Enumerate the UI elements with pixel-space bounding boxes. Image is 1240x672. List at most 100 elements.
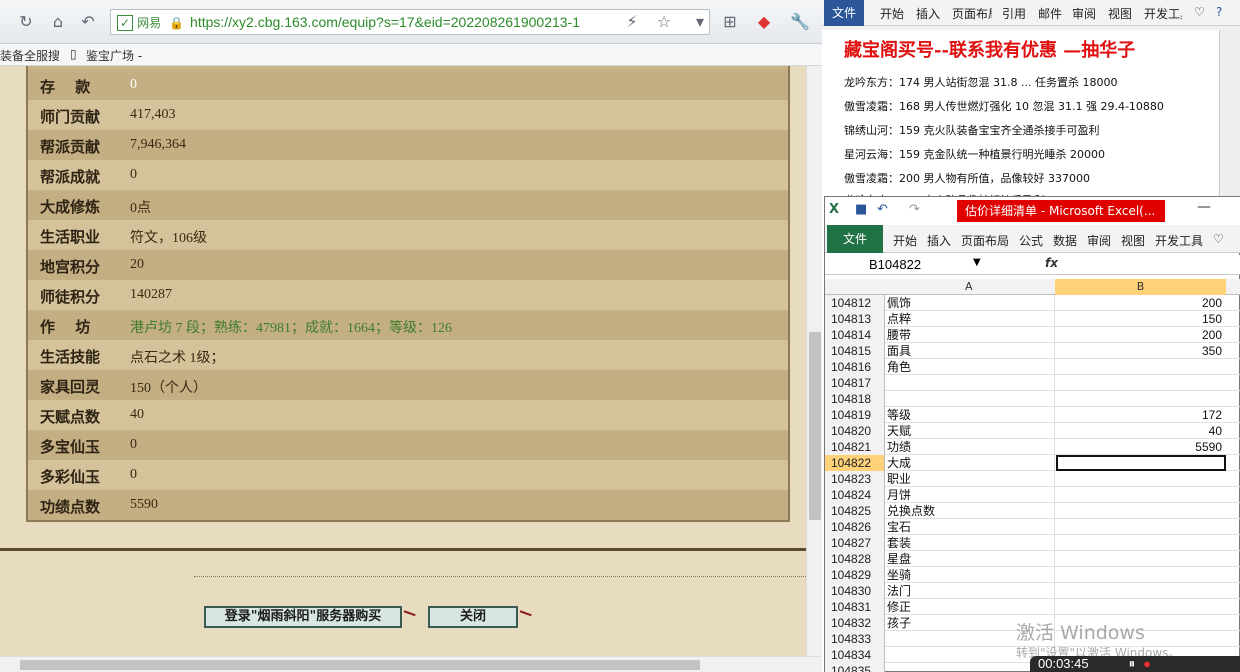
cell-b[interactable] [1056,599,1226,615]
row-number[interactable]: 104833 [825,631,885,647]
tools-icon[interactable]: 🔧 [790,12,810,32]
cell-a[interactable]: 宝石 [887,519,1055,535]
excel-tab[interactable]: 开发工具 [1155,232,1203,249]
undo-icon[interactable]: ↶ [877,202,888,217]
cell-b[interactable]: 172 [1056,407,1226,423]
word-scrollbar[interactable] [1222,26,1240,201]
word-tab[interactable]: 审阅 [1072,5,1096,22]
cell-a[interactable]: 腰带 [887,327,1055,343]
fx-icon[interactable]: fx [1045,256,1058,270]
cell-b[interactable] [1056,455,1226,471]
cell-b[interactable]: 200 [1056,327,1226,343]
cell-b[interactable] [1056,359,1226,375]
cell-b[interactable]: 350 [1056,343,1226,359]
row-number[interactable]: 104830 [825,583,885,599]
login-buy-button[interactable]: 登录"烟雨斜阳"服务器购买 [204,606,402,628]
excel-tab[interactable]: 审阅 [1087,232,1111,249]
excel-tab[interactable]: 数据 [1053,232,1077,249]
cell-a[interactable]: 点粹 [887,311,1055,327]
cell-a[interactable]: 大成 [887,455,1055,471]
cell-b[interactable]: 5590 [1056,439,1226,455]
excel-tab[interactable]: 视图 [1121,232,1145,249]
row-number[interactable]: 104820 [825,423,885,439]
save-icon[interactable]: ■ [855,202,867,217]
collapse-icon[interactable]: ♡ [1213,232,1224,246]
row-number[interactable]: 104825 [825,503,885,519]
excel-tab[interactable]: 插入 [927,232,951,249]
back-icon[interactable]: ↶ [78,12,98,32]
help-icon[interactable]: ? [1216,5,1222,19]
cell-a[interactable]: 天赋 [887,423,1055,439]
word-file-tab[interactable]: 文件 [824,0,864,26]
row-number[interactable]: 104813 [825,311,885,327]
grid-icon[interactable]: ⊞ [720,12,740,32]
scroll-thumb[interactable] [809,332,821,520]
minimize-icon[interactable]: — [1197,199,1211,215]
address-bar[interactable]: ✓ 网易 🔒 https://xy2.cbg.163.com/equip?s=17&e… [110,9,710,35]
cell-b[interactable] [1056,375,1226,391]
cell-a[interactable]: 星盘 [887,551,1055,567]
cell-b[interactable]: 150 [1056,311,1226,327]
cell-a[interactable]: 角色 [887,359,1055,375]
row-number[interactable]: 104814 [825,327,885,343]
cell-b[interactable] [1056,487,1226,503]
word-tab[interactable]: 开始 [880,5,904,22]
excel-tab[interactable]: 页面布局 [961,232,1009,249]
row-number[interactable]: 104822 [825,455,885,471]
reload-icon[interactable]: ↻ [16,12,36,32]
row-number[interactable]: 104831 [825,599,885,615]
row-number[interactable]: 104812 [825,295,885,311]
row-number[interactable]: 104816 [825,359,885,375]
cell-b[interactable] [1056,471,1226,487]
pause-icon[interactable]: ⏸ [1129,656,1136,671]
row-number[interactable]: 104835 [825,663,885,672]
cell-b[interactable] [1056,535,1226,551]
cell-a[interactable] [887,375,1055,391]
row-number[interactable]: 104829 [825,567,885,583]
cell-a[interactable] [887,391,1055,407]
word-tab[interactable]: 邮件 [1038,5,1062,22]
cell-b[interactable] [1056,503,1226,519]
row-number[interactable]: 104823 [825,471,885,487]
cell-a[interactable]: 职业 [887,471,1055,487]
dropdown-icon[interactable]: ▾ [690,12,710,32]
vertical-scrollbar[interactable] [806,66,822,656]
row-number[interactable]: 104818 [825,391,885,407]
cell-a[interactable]: 坐骑 [887,567,1055,583]
star-icon[interactable]: ☆ [654,12,674,32]
cell-a[interactable]: 法门 [887,583,1055,599]
cell-b[interactable]: 40 [1056,423,1226,439]
horizontal-scrollbar[interactable] [0,656,822,672]
row-number[interactable]: 104834 [825,647,885,663]
word-tab[interactable]: 引用 [1002,5,1026,22]
word-tab[interactable]: 插入 [916,5,940,22]
dropdown-icon[interactable]: ▼ [973,257,981,268]
row-number[interactable]: 104819 [825,407,885,423]
scroll-thumb[interactable] [20,660,700,670]
word-tab[interactable]: 开发工具 [1144,5,1182,22]
cell-b[interactable] [1056,583,1226,599]
row-number[interactable]: 104826 [825,519,885,535]
cell-b[interactable] [1056,551,1226,567]
column-header-b[interactable]: B [1055,279,1226,295]
word-page[interactable]: 藏宝阁买号--联系我有优惠 —抽华子 龙吟东方：174 男人站街忽混 31.8 … [822,30,1220,207]
bookmark-item[interactable]: 装备全服搜 [0,47,60,64]
cell-a[interactable]: 月饼 [887,487,1055,503]
row-number[interactable]: 104824 [825,487,885,503]
row-number[interactable]: 104815 [825,343,885,359]
cell-a[interactable]: 兑换点数 [887,503,1055,519]
row-number[interactable]: 104817 [825,375,885,391]
row-number[interactable]: 104821 [825,439,885,455]
cell-a[interactable]: 套装 [887,535,1055,551]
collapse-icon[interactable]: ♡ [1194,5,1205,19]
column-header-a[interactable]: A [965,280,973,293]
excel-file-tab[interactable]: 文件 [827,225,883,253]
close-button[interactable]: 关闭 [428,606,518,628]
bookmark-item[interactable]: 鉴宝广场 - [86,47,142,64]
cell-b[interactable] [1056,567,1226,583]
cell-a[interactable]: 功绩 [887,439,1055,455]
cell-a[interactable]: 佩饰 [887,295,1055,311]
row-number[interactable]: 104827 [825,535,885,551]
row-number[interactable]: 104832 [825,615,885,631]
cell-b[interactable] [1056,391,1226,407]
